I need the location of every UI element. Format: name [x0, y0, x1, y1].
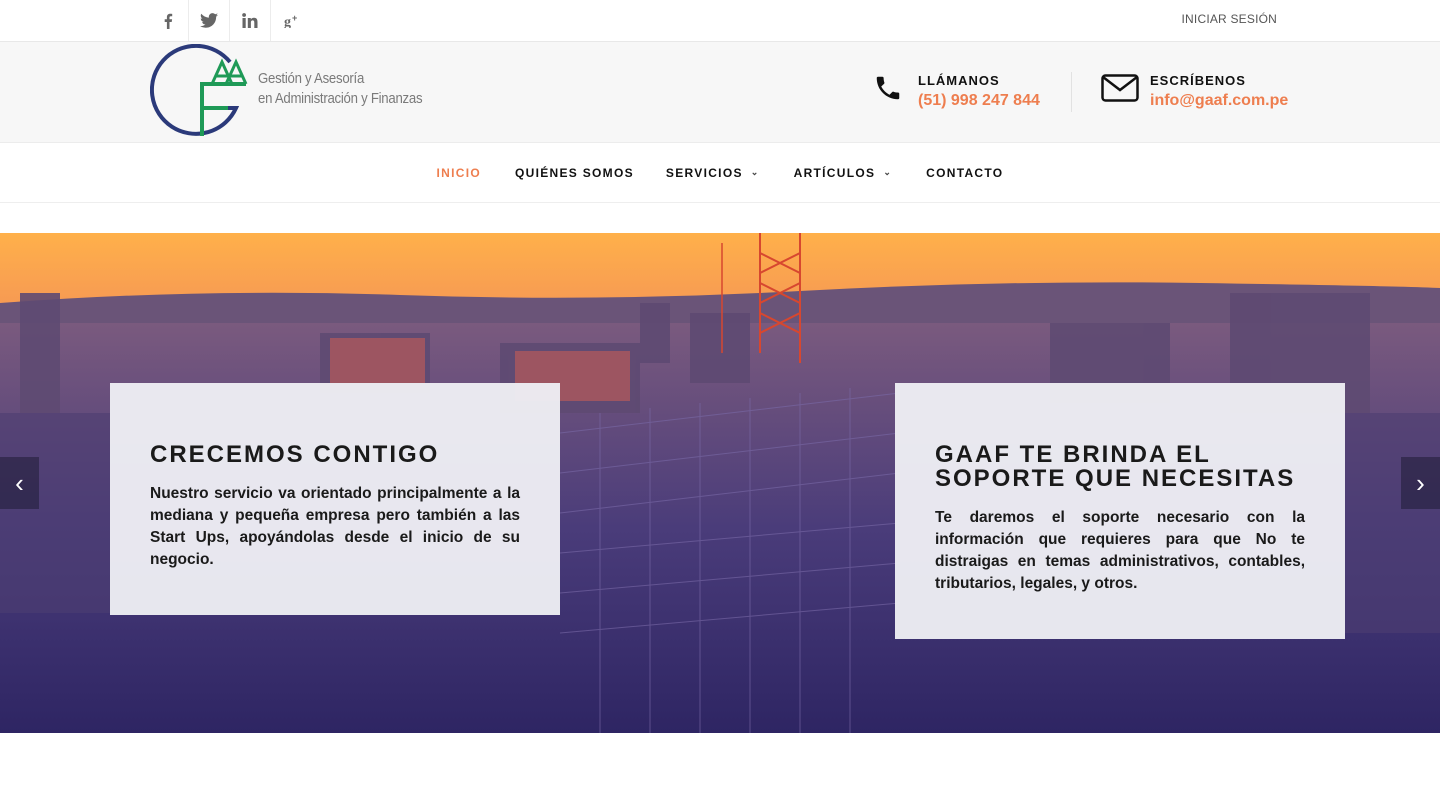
- hero-card-crecemos: CRECEMOS CONTIGO Nuestro servicio va ori…: [110, 383, 560, 615]
- email-label: ESCRÍBENOS: [1150, 73, 1246, 88]
- logo-line-2: en Administración y Finanzas: [258, 90, 423, 107]
- card-text: Nuestro servicio va orientado principalm…: [150, 485, 520, 568]
- svg-text:g: g: [284, 15, 291, 28]
- slider-next-arrow[interactable]: ›: [1401, 457, 1440, 509]
- linkedin-icon[interactable]: [230, 0, 271, 41]
- header: Gestión y Asesoría en Administración y F…: [0, 42, 1440, 143]
- twitter-icon[interactable]: [189, 0, 230, 41]
- header-divider: [1071, 72, 1072, 112]
- email-address[interactable]: info@gaaf.com.pe: [1150, 92, 1288, 110]
- slider-prev-arrow[interactable]: ‹: [0, 457, 39, 509]
- card-text: Te daremos el soporte necesario con la i…: [935, 509, 1305, 592]
- login-link[interactable]: INICIAR SESIÓN: [1182, 12, 1277, 26]
- gaaf-logo-mark: [149, 43, 248, 136]
- nav-item-inicio[interactable]: INICIO: [421, 166, 497, 180]
- chevron-down-icon: ⌄: [750, 167, 760, 177]
- phone-label: LLÁMANOS: [918, 73, 1000, 88]
- logo[interactable]: Gestión y Asesoría en Administración y F…: [149, 43, 450, 140]
- card-title: GAAF TE BRINDA EL SOPORTE QUE NECESITAS: [935, 441, 1296, 492]
- phone-block: LLÁMANOS (51) 998 247 844: [868, 70, 1040, 110]
- social-links: g +: [148, 0, 312, 41]
- logo-text: Gestión y Asesoría en Administración y F…: [258, 69, 423, 109]
- logo-line-1: Gestión y Asesoría: [258, 70, 365, 87]
- chevron-right-icon: ›: [1416, 467, 1425, 498]
- facebook-icon[interactable]: [148, 0, 189, 41]
- phone-icon: [868, 70, 908, 106]
- svg-text:+: +: [292, 14, 297, 23]
- nav-item-contacto[interactable]: CONTACTO: [910, 166, 1019, 180]
- main-nav: INICIO QUIÉNES SOMOS SERVICIOS ⌄ ARTÍCULO…: [0, 143, 1440, 203]
- nav-item-servicios[interactable]: SERVICIOS ⌄: [650, 166, 776, 180]
- google-plus-icon[interactable]: g +: [271, 0, 312, 41]
- envelope-icon: [1100, 70, 1140, 106]
- hero-card-soporte: GAAF TE BRINDA EL SOPORTE QUE NECESITAS T…: [895, 383, 1345, 639]
- card-title: CRECEMOS CONTIGO: [150, 441, 440, 468]
- chevron-left-icon: ‹: [15, 467, 24, 498]
- top-bar: g + INICIAR SESIÓN: [0, 0, 1440, 42]
- hero-slider: ‹ › CRECEMOS CONTIGO Nuestro servicio va…: [0, 233, 1440, 733]
- nav-item-articulos[interactable]: ARTÍCULOS ⌄: [778, 166, 909, 180]
- phone-number[interactable]: (51) 998 247 844: [918, 92, 1040, 110]
- chevron-down-icon: ⌄: [883, 167, 893, 177]
- nav-item-quienes-somos[interactable]: QUIÉNES SOMOS: [499, 166, 650, 180]
- email-block: ESCRÍBENOS info@gaaf.com.pe: [1100, 70, 1288, 110]
